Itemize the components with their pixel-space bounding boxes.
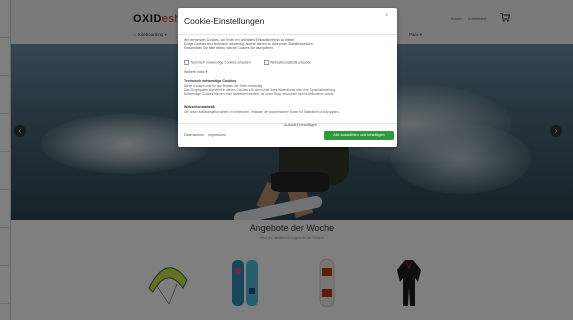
intro-line: Entscheiden Sie bitte selbst, welche Coo… — [184, 46, 274, 51]
section-title-statistics: Webseitenstatistik — [184, 105, 215, 109]
checkbox-necessary-cookies[interactable]: Technisch notwendige Cookies erlauben — [184, 60, 251, 65]
privacy-link[interactable]: Datenschutz — [184, 133, 204, 137]
section-line: Notwendige Cookies können nicht deaktivi… — [184, 92, 335, 97]
section-text-statistics: Um unser Artikelangebot weiter zu verbes… — [184, 110, 391, 114]
imprint-link[interactable]: Impressum — [208, 133, 226, 137]
dialog-title: Cookie-Einstellungen — [184, 16, 265, 26]
more-info-toggle[interactable]: Weitere Infos ▾ — [184, 70, 207, 74]
dialog-divider — [178, 34, 397, 35]
section-line: Um unser Artikelangebot weiter zu verbes… — [184, 110, 340, 114]
accept-all-button[interactable]: Alle auswählen und bestätigen — [324, 131, 394, 140]
checkbox-statistics-cookies[interactable]: Webseitenstatistik erlauben — [264, 60, 311, 65]
checkbox-label: Technisch notwendige Cookies erlauben — [190, 60, 251, 65]
page: OXIDeshop Konto Anmelden ⌂Kiteboarding ▾… — [0, 0, 573, 320]
chevron-down-icon: ▾ — [205, 70, 208, 74]
confirm-selection-button[interactable]: Auswahl bestätigen — [284, 123, 317, 127]
checkbox-box[interactable] — [184, 60, 189, 65]
section-text-necessary: Diese Cookies sind für den Betrieb der S… — [184, 84, 391, 97]
section-title-necessary: Technisch notwendige Cookies — [184, 79, 237, 83]
checkbox-label: Webseitenstatistik erlauben — [270, 60, 312, 65]
more-info-label: Weitere Infos — [184, 70, 205, 74]
close-icon[interactable]: × — [385, 13, 389, 19]
checkbox-box[interactable] — [264, 60, 269, 65]
cookie-intro-text: Wir verwenden Cookies, um Ihnen ein opti… — [184, 38, 391, 51]
